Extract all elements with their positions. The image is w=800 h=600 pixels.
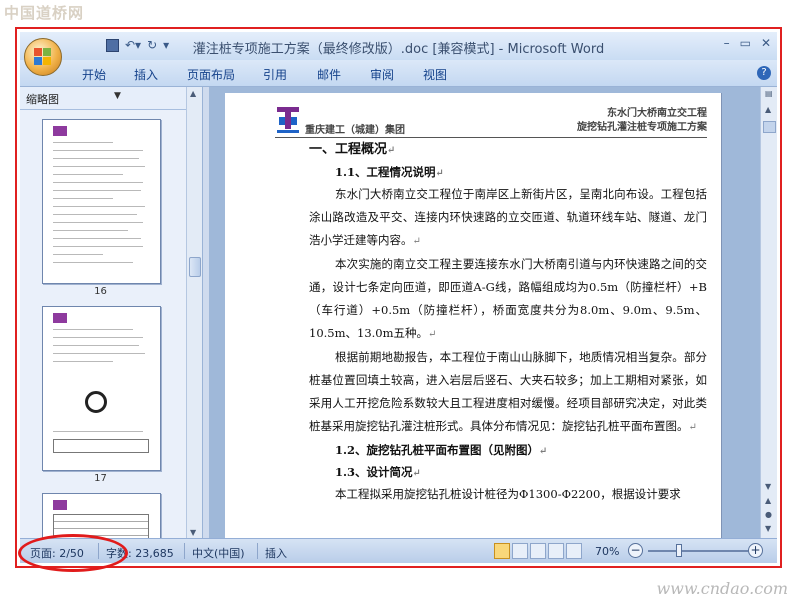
office-logo-icon <box>34 48 51 65</box>
thumbnail-list: 16 17 <box>20 110 186 563</box>
select-browse-object-icon[interactable]: ● <box>765 510 772 519</box>
header-project: 东水门大桥南立交工程 <box>607 108 707 119</box>
heading-1-2: 1.2、旋挖钻孔桩平面布置图（见附图）↵ <box>335 443 548 457</box>
heading-1-3: 1.3、设计简况↵ <box>335 465 421 479</box>
scroll-up-icon[interactable]: ▲ <box>190 89 196 98</box>
paragraph-4: 本工程拟采用旋挖钻孔桩设计桩径为Φ1300-Φ2200，根据设计要求 <box>335 487 681 501</box>
zoom-out-button[interactable]: − <box>628 543 643 558</box>
document-body: 一、工程概况↵ 1.1、工程情况说明↵ 东水门大桥南立交工程位于南岸区上新街片区… <box>309 139 707 506</box>
zoom-level[interactable]: 70% <box>595 545 619 558</box>
page-thumbnail-16[interactable] <box>42 119 161 284</box>
diagram-thumbnail <box>85 391 107 413</box>
minimize-button[interactable]: – <box>724 36 730 50</box>
thumbnail-pane: 缩略图 ▼ × <box>20 87 203 563</box>
scroll-thumb[interactable] <box>763 121 776 133</box>
heading-1: 一、工程概况↵ <box>309 142 396 157</box>
document-page[interactable]: 重庆建工（城建）集团 东水门大桥南立交工程 旋挖钻孔灌注桩专项施工方案 一、工程… <box>225 93 721 539</box>
previous-page-icon[interactable]: ▲ <box>765 496 771 505</box>
header-left: 重庆建工（城建）集团 <box>305 125 405 136</box>
tab-home[interactable]: 开始 <box>82 66 106 83</box>
print-layout-icon[interactable] <box>494 543 510 559</box>
outline-view-icon[interactable] <box>548 543 564 559</box>
window-title: 灌注桩专项施工方案（最终修改版）.doc [兼容模式] - Microsoft … <box>192 42 605 57</box>
window-controls: – ▭ ✕ <box>724 36 771 50</box>
title-bar: ↶▾ ↻ ▾ 灌注桩专项施工方案（最终修改版）.doc [兼容模式] - Mic… <box>20 32 777 60</box>
word-window: ↶▾ ↻ ▾ 灌注桩专项施工方案（最终修改版）.doc [兼容模式] - Mic… <box>20 32 777 563</box>
document-scrollbar[interactable]: ▤ ▲ ▼ ▲ ● ▼ <box>760 87 777 539</box>
zoom-slider-knob[interactable] <box>676 544 682 557</box>
vertical-ruler <box>203 87 209 539</box>
tab-review[interactable]: 审阅 <box>370 66 394 83</box>
office-button[interactable] <box>24 38 62 76</box>
highlight-frame: ↶▾ ↻ ▾ 灌注桩专项施工方案（最终修改版）.doc [兼容模式] - Mic… <box>15 27 782 568</box>
table-thumbnail <box>53 439 149 453</box>
header-right: 东水门大桥南立交工程 旋挖钻孔灌注桩专项施工方案 <box>577 107 707 135</box>
ribbon-tabs: 开始 插入 页面布局 引用 邮件 审阅 视图 ? <box>20 60 777 87</box>
web-layout-icon[interactable] <box>530 543 546 559</box>
tab-page-layout[interactable]: 页面布局 <box>187 66 235 83</box>
draft-view-icon[interactable] <box>566 543 582 559</box>
restore-button[interactable]: ▭ <box>740 36 751 50</box>
page-thumbnail-17[interactable] <box>42 306 161 471</box>
thumbnail-page-number: 17 <box>94 473 107 484</box>
company-logo-icon <box>277 107 299 133</box>
next-page-icon[interactable]: ▼ <box>765 524 771 533</box>
thumbnail-page-number: 16 <box>94 286 107 297</box>
full-screen-reading-icon[interactable] <box>512 543 528 559</box>
close-button[interactable]: ✕ <box>761 36 771 50</box>
tab-references[interactable]: 引用 <box>263 66 287 83</box>
paragraph-2: 本次实施的南立交工程主要连接东水门大桥南引道与内环快速路之间的交通，设计七条定向… <box>309 257 707 340</box>
scroll-up-icon[interactable]: ▲ <box>765 105 771 114</box>
paragraph-1: 东水门大桥南立交工程位于南岸区上新街片区，呈南北向布设。工程包括涂山路改造及平交… <box>309 187 707 247</box>
paragraph-3: 根据前期地勘报告，本工程位于南山山脉脚下，地质情况相当复杂。部分桩基位置回填土较… <box>309 350 707 433</box>
chevron-down-icon[interactable]: ▼ <box>114 91 126 103</box>
header-plan: 旋挖钻孔灌注桩专项施工方案 <box>577 122 707 133</box>
annotation-circle <box>18 534 128 572</box>
zoom-in-button[interactable]: + <box>748 543 763 558</box>
insert-mode[interactable]: 插入 <box>265 545 287 561</box>
thumbnail-pane-title[interactable]: 缩略图 <box>26 91 59 107</box>
status-bar: 页面: 2/50 字数: 23,685 中文(中国) 插入 70% − + <box>20 538 777 563</box>
tab-insert[interactable]: 插入 <box>134 66 158 83</box>
help-icon[interactable]: ? <box>757 66 771 80</box>
heading-1-1: 1.1、工程情况说明↵ <box>335 165 444 179</box>
thumbnail-pane-header: 缩略图 ▼ × <box>20 87 202 110</box>
watermark-bottom: www.cndao.com <box>656 579 788 598</box>
tab-mailings[interactable]: 邮件 <box>317 66 341 83</box>
tab-view[interactable]: 视图 <box>423 66 447 83</box>
document-area: 重庆建工（城建）集团 东水门大桥南立交工程 旋挖钻孔灌注桩专项施工方案 一、工程… <box>203 87 777 539</box>
ruler-toggle-icon[interactable]: ▤ <box>765 89 773 98</box>
scroll-thumb[interactable] <box>189 257 201 277</box>
scroll-down-icon[interactable]: ▼ <box>190 528 196 537</box>
zoom-slider[interactable] <box>648 550 748 552</box>
scroll-down-icon[interactable]: ▼ <box>765 482 771 491</box>
header-rule <box>275 137 707 138</box>
watermark-top: 中国道桥网 <box>4 4 85 22</box>
thumbnail-scrollbar[interactable]: ▲ ▼ <box>186 87 202 539</box>
language-indicator[interactable]: 中文(中国) <box>192 545 245 561</box>
